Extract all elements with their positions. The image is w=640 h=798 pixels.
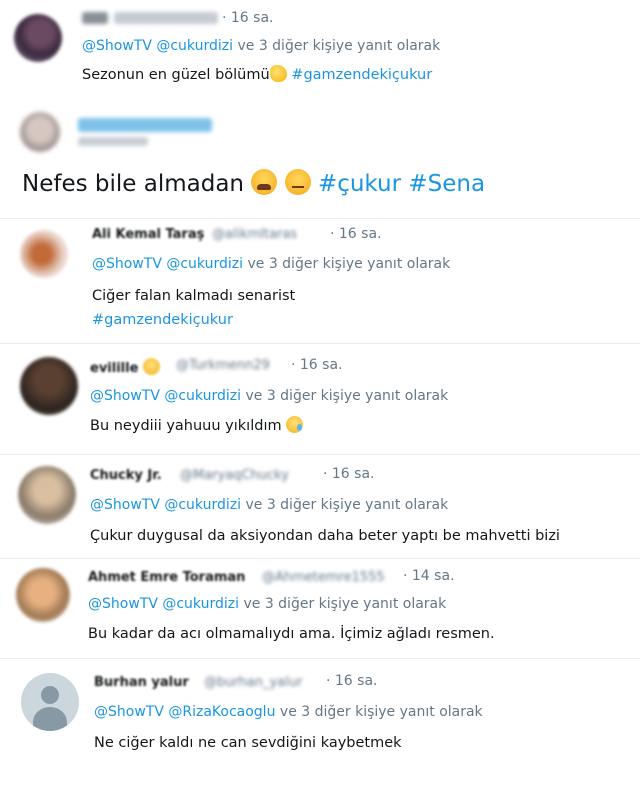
tweet-text: Bu neydiii yahuuu yıkıldım <box>90 414 304 438</box>
mention-showtv[interactable]: @ShowTV <box>82 38 152 54</box>
tweet-text-body: Nefes bile almadan <box>22 171 244 197</box>
tweet-4: evilille @Turkmenn29 · 16 sa. @ShowTV @c… <box>0 343 640 454</box>
reply-to: @ShowTV @RizaKocaoglu ve 3 diğer kişiye … <box>94 704 483 720</box>
user-handle[interactable]: @Ahmetemre1555 <box>262 570 385 585</box>
tweet-time[interactable]: · 16 sa. <box>326 673 378 689</box>
user-name[interactable]: evilille <box>90 358 160 376</box>
mention-2[interactable]: @cukurdizi <box>164 388 241 404</box>
tweet-time[interactable]: · 14 sa. <box>403 568 455 584</box>
tweet-text-large: Nefes bile almadan #çukur #Sena <box>22 168 485 200</box>
reply-suffix: ve 3 diğer kişiye yanıt olarak <box>245 388 449 404</box>
reply-to: @ShowTV @cukurdizi ve 3 diğer kişiye yan… <box>90 497 448 513</box>
hashtag-sena[interactable]: #Sena <box>408 171 485 197</box>
user-handle-blurred[interactable] <box>114 12 218 24</box>
reply-to: @ShowTV @cukurdizi ve 3 diğer kişiye yan… <box>88 596 446 612</box>
reply-suffix: ve 3 diğer kişiye yanıt olarak <box>245 497 449 513</box>
tweet-1: · 16 sa. @ShowTV @cukurdizi ve 3 diğer k… <box>0 0 640 100</box>
tweet-text-body: Sezonun en güzel bölümü <box>82 67 270 83</box>
tweet-text: Bu kadar da acı olmamalıydı ama. İçimiz … <box>88 626 495 642</box>
reply-suffix: ve 3 diğer kişiye yanıt olarak <box>247 256 451 272</box>
user-name[interactable]: Ali Kemal Taraş <box>92 227 204 242</box>
tweet-text: Çukur duygusal da aksiyondan daha beter … <box>90 528 560 544</box>
tweet-text: Ciğer falan kalmadı senarist <box>92 288 296 304</box>
avatar[interactable] <box>16 568 70 622</box>
default-profile-icon <box>41 686 59 704</box>
tweet-time[interactable]: · 16 sa. <box>330 226 382 242</box>
reply-suffix: ve 3 diğer kişiye yanıt olarak <box>237 38 441 54</box>
mention-showtv[interactable]: @ShowTV <box>94 704 164 720</box>
mention-showtv[interactable]: @ShowTV <box>90 388 160 404</box>
crying-face-icon <box>286 416 304 433</box>
mention-showtv[interactable]: @ShowTV <box>92 256 162 272</box>
user-handle[interactable]: @MaryaqChucky <box>180 468 289 483</box>
tweet-6: Ahmet Emre Toraman @Ahmetemre1555 · 14 s… <box>0 558 640 658</box>
tweet-3: Ali Kemal Taraş @alikmltaras · 16 sa. @S… <box>0 218 640 343</box>
mention-2[interactable]: @cukurdizi <box>164 497 241 513</box>
tweet-2: Nefes bile almadan #çukur #Sena <box>0 100 640 218</box>
avatar[interactable] <box>20 230 68 278</box>
mention-showtv[interactable]: @ShowTV <box>88 596 158 612</box>
user-name-text: evilille <box>90 361 139 376</box>
user-handle[interactable]: @alikmltaras <box>212 227 297 242</box>
user-handle[interactable]: @Turkmenn29 <box>176 358 270 373</box>
avatar[interactable] <box>20 357 78 415</box>
tweet-time[interactable]: · 16 sa. <box>323 466 375 482</box>
tweet-7: Burhan yalur @burhan_yalur · 16 sa. @Sho… <box>0 658 640 798</box>
reply-suffix: ve 3 diğer kişiye yanıt olarak <box>243 596 447 612</box>
unamused-face-icon <box>284 169 311 195</box>
mention-2[interactable]: @cukurdizi <box>166 256 243 272</box>
hashtag[interactable]: #gamzendekiçukur <box>291 67 432 83</box>
user-name-blurred[interactable] <box>78 118 212 132</box>
user-name[interactable]: Ahmet Emre Toraman <box>88 570 245 585</box>
tweet-text: Ne ciğer kaldı ne can sevdiğini kaybetme… <box>94 735 402 751</box>
hashtag-cukur[interactable]: #çukur <box>318 171 401 197</box>
user-name-blurred[interactable] <box>82 12 108 24</box>
user-handle-blurred[interactable] <box>78 137 148 146</box>
mention-2[interactable]: @cukurdizi <box>162 596 239 612</box>
mention-2[interactable]: @RizaKocaoglu <box>168 704 275 720</box>
tweet-time[interactable]: · 16 sa. <box>222 10 274 26</box>
avatar[interactable] <box>18 466 76 524</box>
tweet-5: Chucky Jr. @MaryaqChucky · 16 sa. @ShowT… <box>0 454 640 558</box>
user-handle[interactable]: @burhan_yalur <box>204 675 302 690</box>
avatar[interactable] <box>20 112 60 152</box>
user-name[interactable]: Chucky Jr. <box>90 468 162 483</box>
tweet-time[interactable]: · 16 sa. <box>291 357 343 373</box>
weary-face-icon <box>251 169 278 195</box>
reply-to: @ShowTV @cukurdizi ve 3 diğer kişiye yan… <box>82 38 440 54</box>
mention-2[interactable]: @cukurdizi <box>156 38 233 54</box>
reply-to: @ShowTV @cukurdizi ve 3 diğer kişiye yan… <box>92 256 450 272</box>
reply-suffix: ve 3 diğer kişiye yanıt olarak <box>279 704 483 720</box>
reply-to: @ShowTV @cukurdizi ve 3 diğer kişiye yan… <box>90 388 448 404</box>
user-name[interactable]: Burhan yalur <box>94 675 189 690</box>
tweet-text: Sezonun en güzel bölümü #gamzendekiçukur <box>82 63 432 87</box>
smiling-face-icon <box>142 358 160 375</box>
mention-showtv[interactable]: @ShowTV <box>90 497 160 513</box>
avatar[interactable] <box>14 14 62 62</box>
tweet-text-body: Bu neydiii yahuuu yıkıldım <box>90 418 282 434</box>
hashtag[interactable]: #gamzendekiçukur <box>92 308 233 332</box>
avatar[interactable] <box>21 673 79 731</box>
clapping-hands-icon <box>269 65 287 82</box>
